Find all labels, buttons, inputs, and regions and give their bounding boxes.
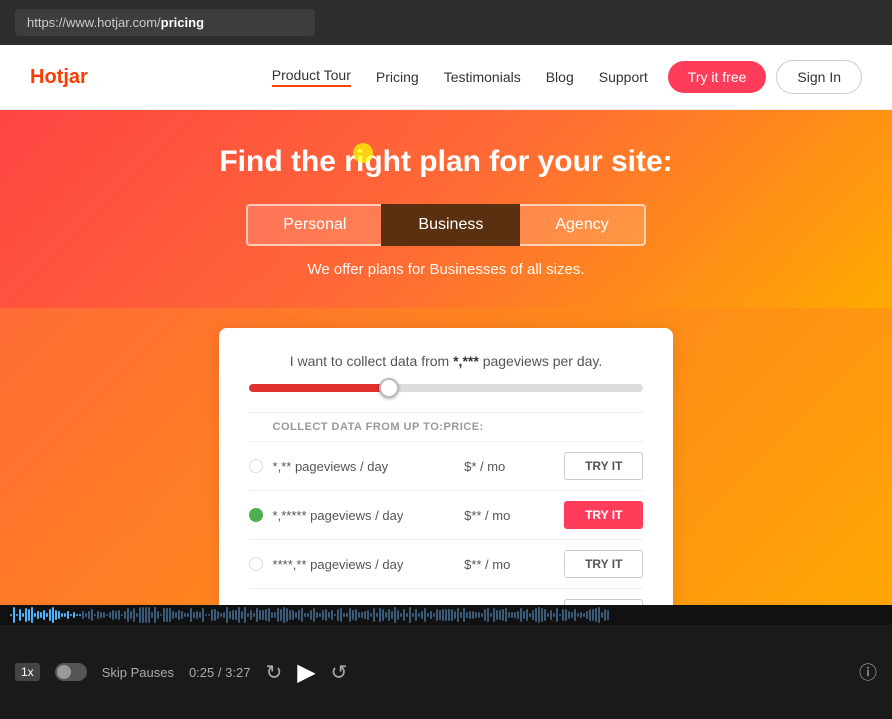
selector-text: I want to collect data from [290, 353, 450, 369]
row-indicator-3 [249, 557, 263, 571]
row-pageviews-2: *,***** pageviews / day [273, 508, 465, 523]
try-it-button-3[interactable]: TRY IT [564, 550, 643, 578]
navbar: Hotjar Product Tour Pricing Testimonials… [0, 45, 892, 110]
table-header: COLLECT DATA FROM UP TO: PRICE: [249, 412, 644, 441]
url-bar[interactable]: https://www.hotjar.com/pricing [15, 9, 315, 36]
row-pageviews-3: ****,** pageviews / day [273, 557, 465, 572]
plan-tab-business[interactable]: Business [381, 204, 520, 246]
sign-in-button[interactable]: Sign In [776, 60, 862, 94]
video-player-bar: 1x Skip Pauses 0:25 / 3:27 ↻ ▶ ↺ ⓘ [0, 625, 892, 719]
url-bold: pricing [161, 15, 204, 30]
plan-tab-personal[interactable]: Personal [246, 204, 381, 246]
info-button[interactable]: ⓘ [859, 659, 877, 685]
plan-tabs: Personal Business Agency [20, 204, 872, 246]
slider-container [249, 384, 644, 392]
page-content: Hotjar Product Tour Pricing Testimonials… [0, 45, 892, 605]
slider-fill [249, 384, 387, 392]
fast-forward-button[interactable]: ↺ [331, 660, 348, 685]
waveform-area [0, 605, 892, 625]
hero-subtitle: We offer plans for Businesses of all siz… [20, 261, 872, 278]
pageview-selector: I want to collect data from *,*** pagevi… [249, 353, 644, 369]
selector-suffix: pageviews per day. [483, 353, 603, 369]
nav-testimonials[interactable]: Testimonials [444, 69, 521, 85]
table-row: *,** pageviews / day $* / mo TRY IT [249, 441, 644, 490]
pricing-card: I want to collect data from *,*** pagevi… [219, 328, 674, 605]
row-pageviews-1: *,** pageviews / day [273, 459, 465, 474]
play-button[interactable]: ▶ [297, 658, 315, 687]
rewind-button[interactable]: ↻ [265, 660, 282, 685]
controls-row: 1x Skip Pauses 0:25 / 3:27 ↻ ▶ ↺ ⓘ [0, 658, 892, 687]
table-row: **,** pageviews / day $**** / mo TRY IT [249, 588, 644, 605]
pricing-section: I want to collect data from *,*** pagevi… [0, 308, 892, 605]
nav-product-tour[interactable]: Product Tour [272, 67, 351, 87]
logo: Hotjar [30, 66, 88, 89]
try-free-button[interactable]: Try it free [668, 61, 767, 93]
plan-tab-agency[interactable]: Agency [520, 204, 645, 246]
skip-pauses-toggle[interactable] [55, 663, 87, 681]
time-display: 0:25 / 3:27 [189, 665, 250, 680]
slider-thumb[interactable] [379, 378, 399, 398]
browser-bar: https://www.hotjar.com/pricing [0, 0, 892, 45]
table-row: ****,** pageviews / day $** / mo TRY IT [249, 539, 644, 588]
nav-links: Product Tour Pricing Testimonials Blog S… [272, 67, 648, 87]
row-indicator-2 [249, 508, 263, 522]
row-indicator-1 [249, 459, 263, 473]
hero-section: Find the right plan for your site: Perso… [0, 110, 892, 308]
try-it-button-1[interactable]: TRY IT [564, 452, 643, 480]
row-price-3: $** / mo [464, 557, 564, 572]
col-header-price: PRICE: [443, 421, 643, 433]
row-price-1: $* / mo [464, 459, 564, 474]
slider-track [249, 384, 644, 392]
skip-pauses-label: Skip Pauses [102, 665, 174, 680]
nav-support[interactable]: Support [599, 69, 648, 85]
try-it-button-2[interactable]: TRY IT [564, 501, 643, 529]
toggle-knob [57, 665, 71, 679]
hero-title: Find the right plan for your site: [20, 145, 872, 179]
nav-blog[interactable]: Blog [546, 69, 574, 85]
row-price-2: $** / mo [464, 508, 564, 523]
speed-badge[interactable]: 1x [15, 663, 40, 681]
nav-pricing[interactable]: Pricing [376, 69, 419, 85]
pageview-count: *,*** [453, 353, 479, 369]
table-row-active: *,***** pageviews / day $** / mo TRY IT [249, 490, 644, 539]
col-header-pageviews: COLLECT DATA FROM UP TO: [249, 421, 444, 433]
url-prefix: https://www.hotjar.com/ [27, 15, 161, 30]
